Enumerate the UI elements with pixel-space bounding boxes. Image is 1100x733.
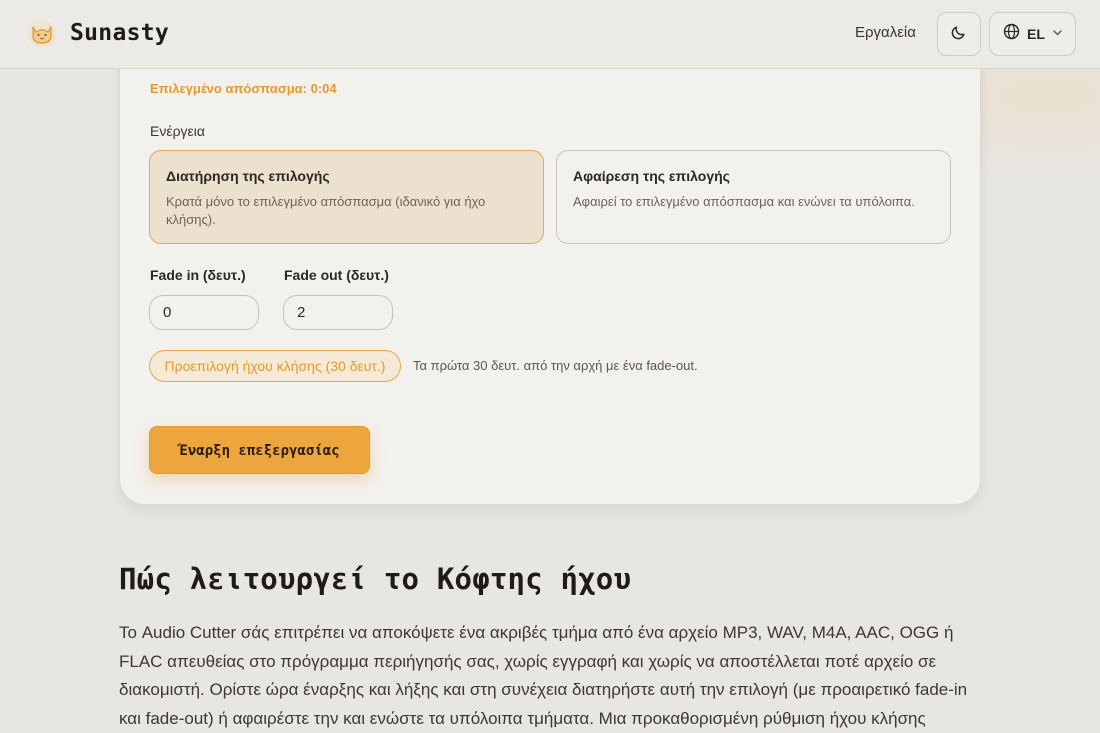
fade-in-label: Fade in (δευτ.) <box>150 267 246 283</box>
ringtone-preset-button[interactable]: Προεπιλογή ήχου κλήσης (30 δευτ.) <box>149 350 401 382</box>
tools-nav-link[interactable]: Εργαλεία <box>855 24 916 41</box>
keep-selection-description: Κρατά μόνο το επιλεγμένο απόσπασμα (ιδαν… <box>166 194 486 227</box>
remove-selection-description: Αφαιρεί το επιλεγμένο απόσπασμα και ενών… <box>573 194 915 209</box>
globe-icon <box>1003 23 1020 45</box>
language-code: EL <box>1027 26 1045 42</box>
moon-icon <box>951 24 967 45</box>
fade-in-input[interactable] <box>149 295 259 330</box>
chevron-down-icon <box>1052 25 1063 43</box>
keep-selection-option[interactable]: Διατήρηση της επιλογής Κρατά μόνο το επι… <box>149 150 544 244</box>
site-header: Sunasty Εργαλεία EL <box>0 0 1100 69</box>
cat-logo-icon[interactable] <box>24 16 60 52</box>
fade-out-input[interactable] <box>283 295 393 330</box>
brand-name[interactable]: Sunasty <box>70 20 169 46</box>
fade-out-label: Fade out (δευτ.) <box>284 267 389 283</box>
selected-clip-label: Επιλεγμένο απόσπασμα: 0:04 <box>150 81 337 96</box>
remove-selection-option[interactable]: Αφαίρεση της επιλογής Αφαιρεί το επιλεγμ… <box>556 150 951 244</box>
theme-toggle-button[interactable] <box>937 12 981 56</box>
action-section-label: Ενέργεια <box>150 123 205 139</box>
remove-selection-title: Αφαίρεση της επιλογής <box>573 168 730 184</box>
ringtone-preset-note: Τα πρώτα 30 δευτ. από την αρχή με ένα fa… <box>413 358 698 373</box>
how-it-works-body: Το Audio Cutter σάς επιτρέπει να αποκόψε… <box>119 623 968 728</box>
start-processing-button[interactable]: Έναρξη επεξεργασίας <box>149 426 370 474</box>
language-selector[interactable]: EL <box>989 12 1076 56</box>
keep-selection-title: Διατήρηση της επιλογής <box>166 168 330 184</box>
how-it-works-title: Πώς λειτουργεί το Κόφτης ήχου <box>119 562 632 596</box>
